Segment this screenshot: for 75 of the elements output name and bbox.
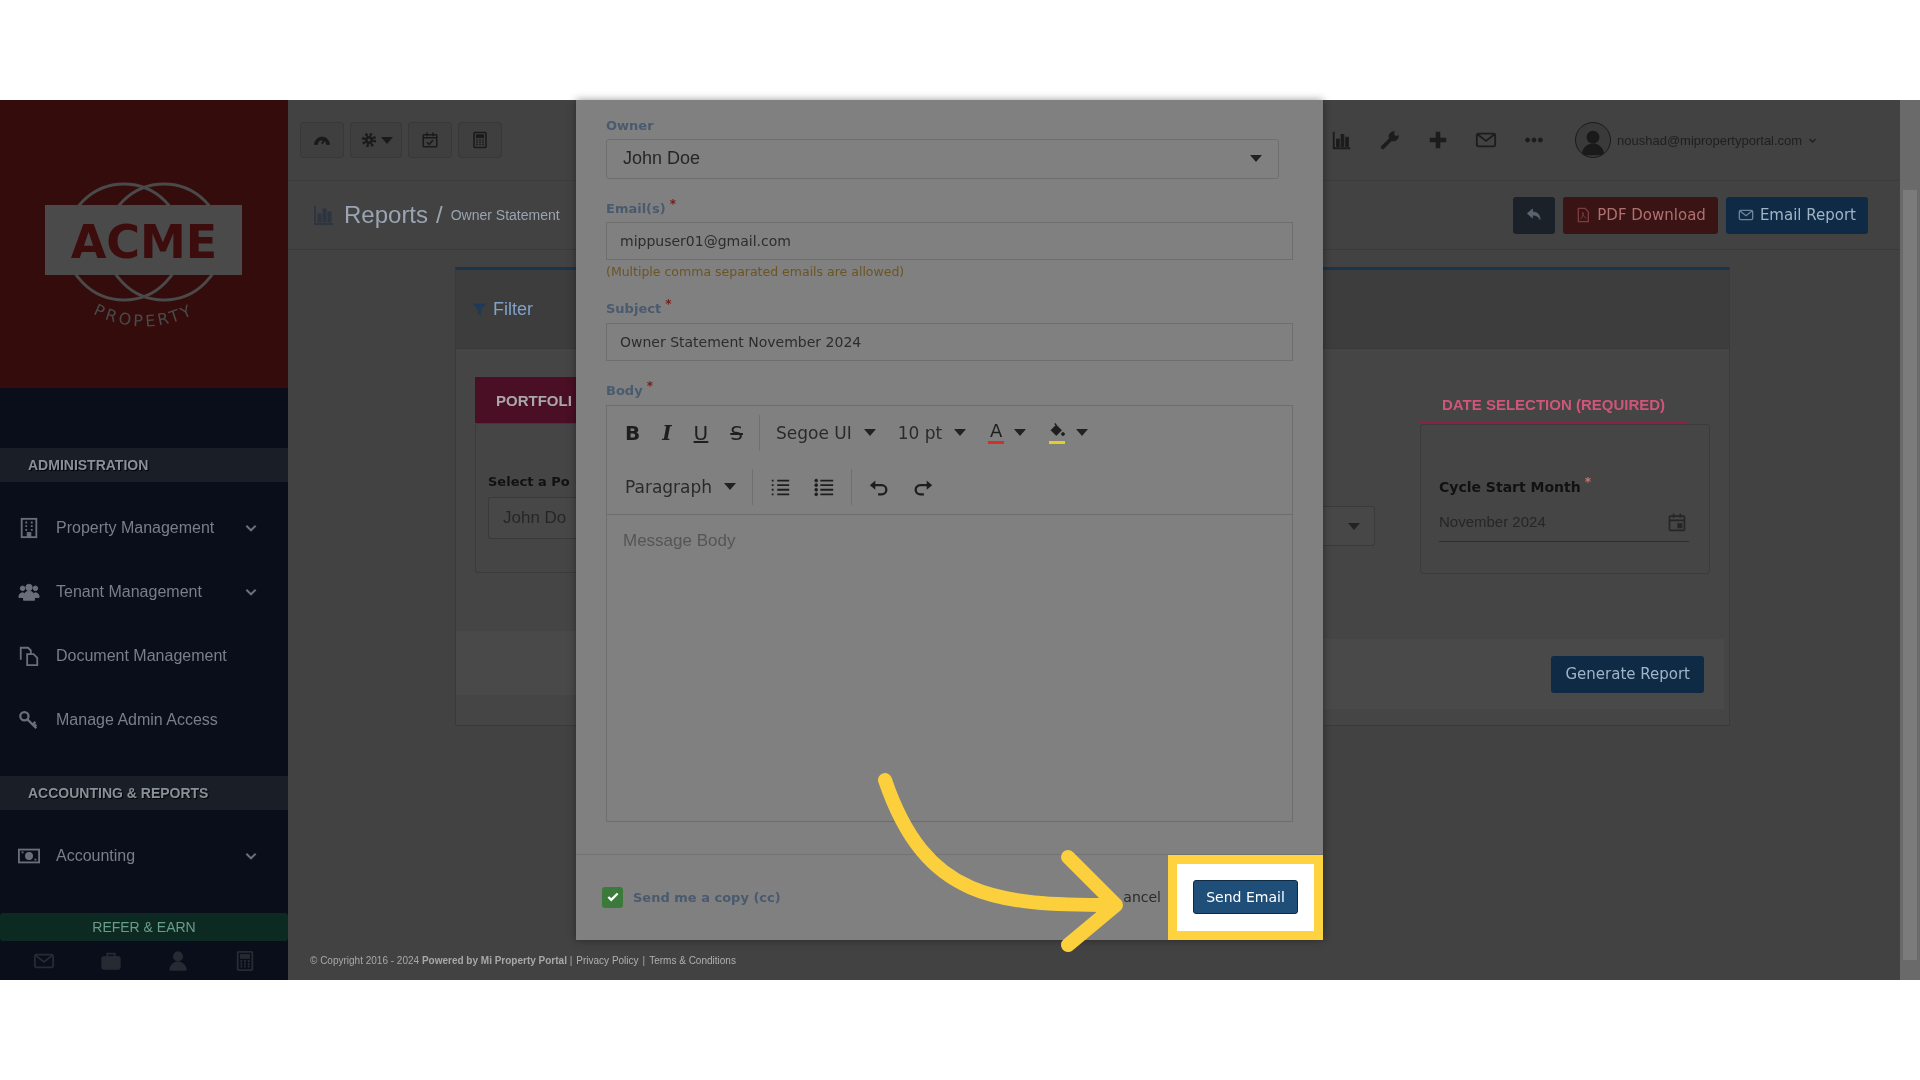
user-icon[interactable]	[166, 949, 189, 972]
generate-report-button[interactable]: Generate Report	[1551, 655, 1704, 693]
sidebar-item-label: Property Management	[56, 519, 216, 537]
sidebar-item[interactable]: Tenant Management	[0, 560, 288, 624]
calculator-icon	[471, 131, 489, 149]
logo-tagline: PROPERTY	[91, 300, 197, 331]
caret-icon	[954, 429, 967, 437]
format-button[interactable]: I	[658, 422, 676, 443]
caret-icon	[380, 136, 393, 144]
sidebar-item-label: Manage Admin Access	[56, 711, 219, 729]
building-icon	[18, 517, 40, 539]
caret-icon	[724, 483, 737, 491]
plus-icon[interactable]	[1427, 129, 1449, 151]
filter-icon	[472, 301, 487, 317]
copyright-text: © Copyright 2016 - 2024 Powered by Mi Property Portal |	[310, 954, 573, 966]
avatar[interactable]	[1575, 122, 1611, 158]
cancel-button[interactable]: ancel	[1123, 889, 1161, 906]
calendar-icon	[1667, 511, 1687, 532]
toolbar-dropdown[interactable]: Paragraph	[621, 476, 741, 497]
toolbar-button[interactable]	[300, 122, 344, 158]
toolbar-button[interactable]	[458, 122, 502, 158]
toolbar-dropdown[interactable]: 10 pt	[893, 422, 971, 443]
send-button[interactable]: Send Email	[1193, 880, 1298, 915]
breadcrumb-separator: /	[436, 201, 443, 229]
toolbar-button[interactable]	[350, 122, 402, 158]
format-button[interactable]: U	[689, 422, 713, 443]
wrench-icon[interactable]	[1379, 129, 1401, 151]
caret-icon	[863, 429, 876, 437]
portfolio-select[interactable]	[1323, 506, 1375, 546]
documents-icon	[18, 645, 40, 667]
text-color-button[interactable]: A	[984, 421, 1031, 444]
pdf-download-button[interactable]: PDF Download	[1563, 196, 1718, 234]
mail-icon	[1737, 207, 1754, 223]
card-title: Filter	[493, 298, 533, 320]
sidebar-item[interactable]: Property Management	[0, 496, 288, 560]
user-icon	[1579, 129, 1607, 157]
section-title: ACCOUNTING & REPORTS	[28, 784, 209, 801]
caret-icon	[1250, 155, 1262, 163]
key-icon	[18, 709, 40, 731]
pdf-file-icon	[1575, 207, 1592, 223]
back-button[interactable]	[1513, 196, 1556, 234]
format-button[interactable]: B	[621, 422, 645, 443]
email-report-button[interactable]: Email Report	[1725, 196, 1868, 234]
breadcrumb-current: Owner Statement	[450, 207, 560, 223]
format-button[interactable]: S	[726, 422, 747, 443]
footer-link[interactable]: Terms & Conditions	[649, 954, 736, 966]
caret-icon	[1014, 429, 1027, 437]
sidebar-item[interactable]: Accounting	[0, 823, 288, 888]
refer-button[interactable]: REFER & EARN	[0, 913, 288, 942]
sidebar-item[interactable]: Document Management	[0, 624, 288, 688]
field-hint: (Multiple comma separated emails are allowed)	[606, 264, 906, 280]
tab[interactable]: PORTFOLI	[475, 377, 576, 423]
page-title: Reports	[344, 201, 429, 229]
bar-chart-icon[interactable]	[1331, 129, 1353, 151]
owner-select[interactable]: John Doe	[606, 139, 1279, 179]
logo-wordmark: ACME	[70, 215, 218, 269]
copyright-text: |	[642, 954, 646, 966]
email-field[interactable]: mippuser01@gmail.com	[606, 221, 1293, 261]
calendar-check-icon	[421, 131, 439, 149]
checkbox[interactable]	[602, 887, 623, 908]
sidebar-item[interactable]: Manage Admin Access	[0, 688, 288, 752]
caret-icon	[1076, 429, 1089, 437]
toolbar-dropdown[interactable]: Segoe UI	[771, 422, 880, 443]
footer-link[interactable]: Privacy Policy	[576, 954, 639, 966]
sidebar-item-label: Accounting	[56, 846, 137, 865]
subject-field[interactable]: Owner Statement November 2024	[606, 322, 1293, 362]
scrollbar[interactable]	[1900, 100, 1920, 980]
section-title: ADMINISTRATION	[28, 457, 149, 473]
toolbar-button[interactable]	[408, 122, 452, 158]
people-icon	[18, 581, 40, 603]
sidebar-item-label: Document Management	[56, 647, 228, 665]
gear-icon	[359, 131, 378, 149]
caret-icon	[1348, 522, 1360, 530]
sidebar-item-label: Tenant Management	[56, 583, 203, 601]
tab[interactable]: DATE SELECTION (REQUIRED)	[1420, 386, 1688, 424]
